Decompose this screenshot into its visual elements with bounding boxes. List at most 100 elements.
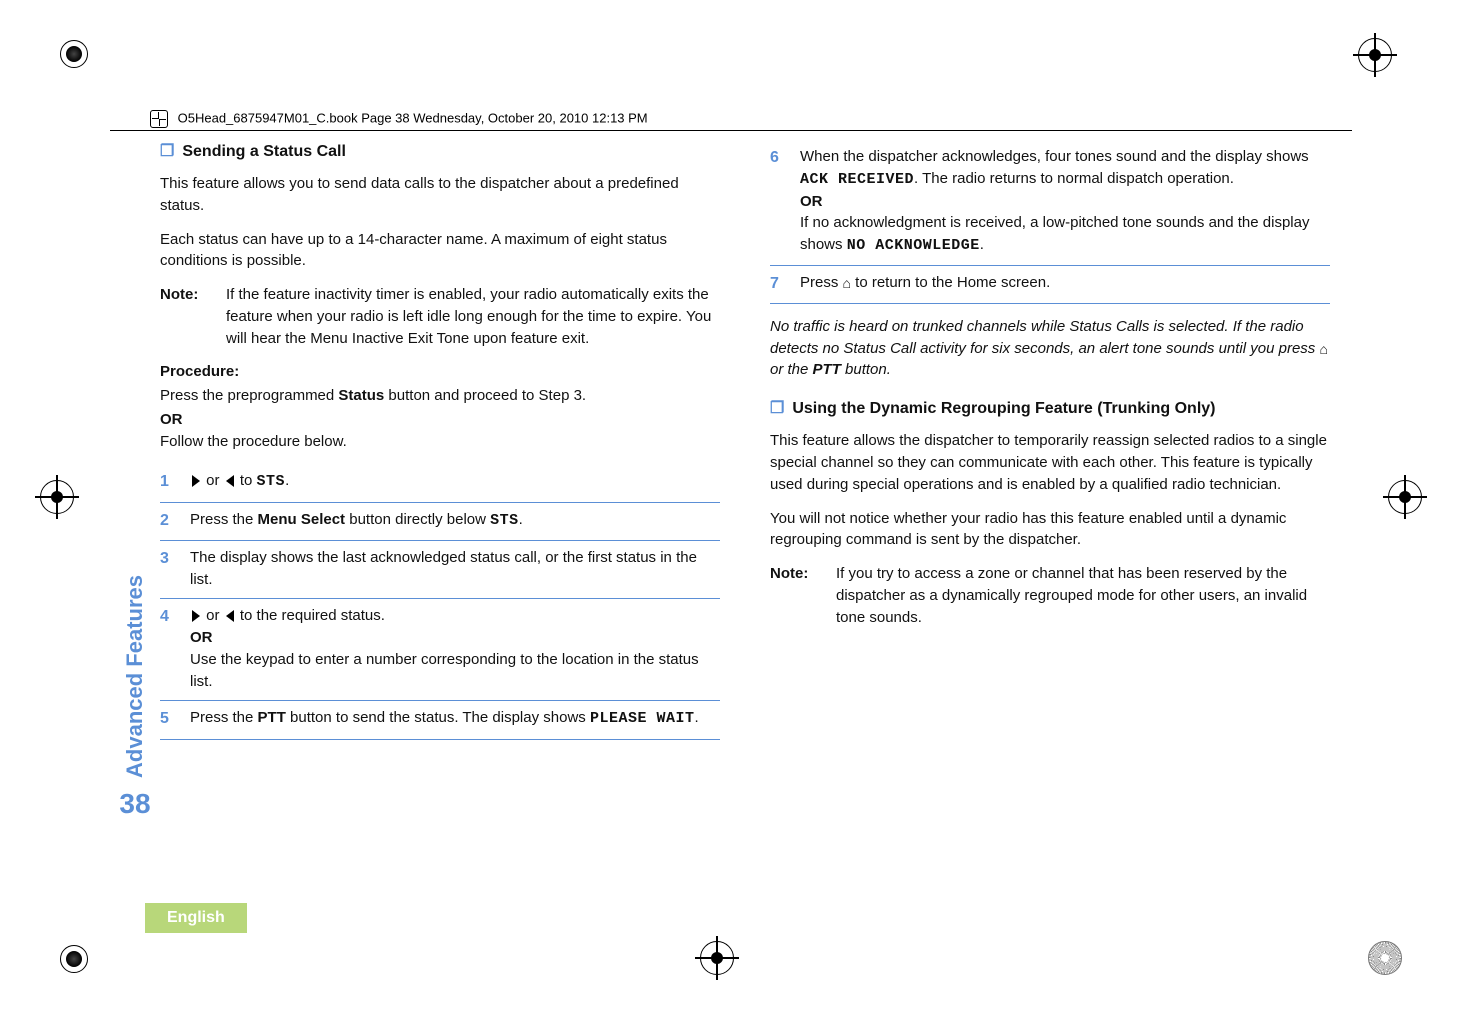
step-2: 2 Press the Menu Select button directly … [160, 503, 720, 541]
paragraph: This feature allows the dispatcher to te… [770, 430, 1330, 495]
text: or [202, 607, 224, 624]
heading-text: Sending a Status Call [182, 140, 346, 163]
page-number: 38 [119, 788, 150, 820]
text: or [202, 472, 224, 489]
running-header: O5Head_6875947M01_C.book Page 38 Wednesd… [150, 110, 648, 128]
step-6: 6 When the dispatcher acknowledges, four… [770, 140, 1330, 266]
header-text: O5Head_6875947M01_C.book Page 38 Wednesd… [178, 110, 648, 125]
text: Press [800, 274, 843, 291]
step-number: 2 [160, 509, 176, 532]
display-text: STS [257, 473, 286, 490]
step-number: 3 [160, 547, 176, 570]
step-number: 6 [770, 146, 786, 169]
reg-mark-mr [1388, 480, 1422, 514]
language-tab: English [145, 903, 247, 933]
text: to [236, 472, 257, 489]
note-text: If you try to access a zone or channel t… [836, 563, 1330, 628]
step-number: 7 [770, 272, 786, 295]
text: . [285, 472, 289, 489]
or-label: OR [190, 629, 213, 646]
right-column: 6 When the dispatcher acknowledges, four… [770, 140, 1330, 820]
reg-mark-ml [40, 480, 74, 514]
step-body: or to STS. [190, 470, 720, 493]
text: . [694, 709, 698, 726]
step-body: or to the required status. OR Use the ke… [190, 605, 720, 692]
text: Press the preprogrammed [160, 387, 338, 404]
text: to return to the Home screen. [851, 274, 1050, 291]
arrow-right-icon [192, 610, 200, 622]
text: Use the keypad to enter a number corresp… [190, 651, 699, 690]
steps-list-cont: 6 When the dispatcher acknowledges, four… [770, 140, 1330, 304]
display-text: PLEASE WAIT [590, 710, 695, 727]
paragraph: This feature allows you to send data cal… [160, 173, 720, 217]
text: button. [841, 361, 891, 378]
header-rule [110, 130, 1352, 131]
step-1: 1 or to STS. [160, 464, 720, 502]
display-text: STS [490, 512, 519, 529]
arrow-right-icon [192, 475, 200, 487]
or-label: OR [800, 193, 823, 210]
text: . [980, 236, 984, 253]
crop-mark-bl [60, 945, 88, 973]
text: When the dispatcher acknowledges, four t… [800, 148, 1309, 165]
procedure-intro-2: Follow the procedure below. [160, 431, 720, 453]
procedure-label: Procedure: [160, 361, 720, 383]
sidebar-title: Advanced Features [122, 575, 148, 778]
or-label: OR [160, 409, 720, 431]
step-number: 1 [160, 470, 176, 493]
reg-mark-tr [1358, 38, 1392, 72]
step-3: 3 The display shows the last acknowledge… [160, 541, 720, 600]
section-heading-status-call: ❐ Sending a Status Call [160, 140, 720, 163]
text: . The radio returns to normal dispatch o… [914, 170, 1234, 187]
document-icon: ❐ [770, 397, 784, 420]
home-icon: ⌂ [843, 275, 851, 291]
arrow-left-icon [226, 475, 234, 487]
button-name: PTT [258, 709, 286, 726]
step-7: 7 Press ⌂ to return to the Home screen. [770, 266, 1330, 304]
paragraph: You will not notice whether your radio h… [770, 508, 1330, 552]
note-label: Note: [770, 563, 818, 628]
text: Press the [190, 709, 258, 726]
step-body: Press the Menu Select button directly be… [190, 509, 720, 532]
note-label: Note: [160, 284, 208, 349]
note-block: Note: If the feature inactivity timer is… [160, 284, 720, 349]
step-number: 4 [160, 605, 176, 628]
sunburst-br [1368, 941, 1402, 975]
text: Press the [190, 511, 258, 528]
text: to the required status. [236, 607, 385, 624]
crop-mark-tl [60, 40, 88, 68]
text: or the [770, 361, 813, 378]
display-text: NO ACKNOWLEDGE [847, 237, 980, 254]
text: button directly below [345, 511, 490, 528]
section-heading-dynamic-regroup: ❐ Using the Dynamic Regrouping Feature (… [770, 397, 1330, 420]
button-name: Menu Select [258, 511, 346, 528]
arrow-left-icon [226, 610, 234, 622]
steps-list: 1 or to STS. 2 Press the Menu Select but… [160, 464, 720, 739]
step-5: 5 Press the PTT button to send the statu… [160, 701, 720, 739]
page-body: Advanced Features 38 ❐ Sending a Status … [110, 140, 1352, 820]
button-name: Status [338, 387, 384, 404]
left-column: ❐ Sending a Status Call This feature all… [160, 140, 720, 820]
display-text: ACK RECEIVED [800, 171, 914, 188]
step-body: The display shows the last acknowledged … [190, 547, 720, 591]
note-text: If the feature inactivity timer is enabl… [226, 284, 720, 349]
step-body: Press the PTT button to send the status.… [190, 707, 720, 730]
button-name: PTT [813, 361, 841, 378]
procedure-intro: Press the preprogrammed Status button an… [160, 385, 720, 407]
note-block: Note: If you try to access a zone or cha… [770, 563, 1330, 628]
text: No traffic is heard on trunked channels … [770, 318, 1319, 357]
document-icon: ❐ [160, 140, 174, 163]
step-4: 4 or to the required status. OR Use the … [160, 599, 720, 701]
step-body: Press ⌂ to return to the Home screen. [800, 272, 1330, 294]
step-number: 5 [160, 707, 176, 730]
italic-note: No traffic is heard on trunked channels … [770, 316, 1330, 381]
home-icon: ⌂ [1319, 341, 1327, 357]
paragraph: Each status can have up to a 14-characte… [160, 229, 720, 273]
text: button and proceed to Step 3. [384, 387, 586, 404]
reg-mark-bc [700, 941, 734, 975]
text: button to send the status. The display s… [286, 709, 590, 726]
text: . [519, 511, 523, 528]
step-body: When the dispatcher acknowledges, four t… [800, 146, 1330, 257]
heading-text: Using the Dynamic Regrouping Feature (Tr… [792, 397, 1215, 420]
sidebar: Advanced Features 38 [110, 140, 160, 820]
